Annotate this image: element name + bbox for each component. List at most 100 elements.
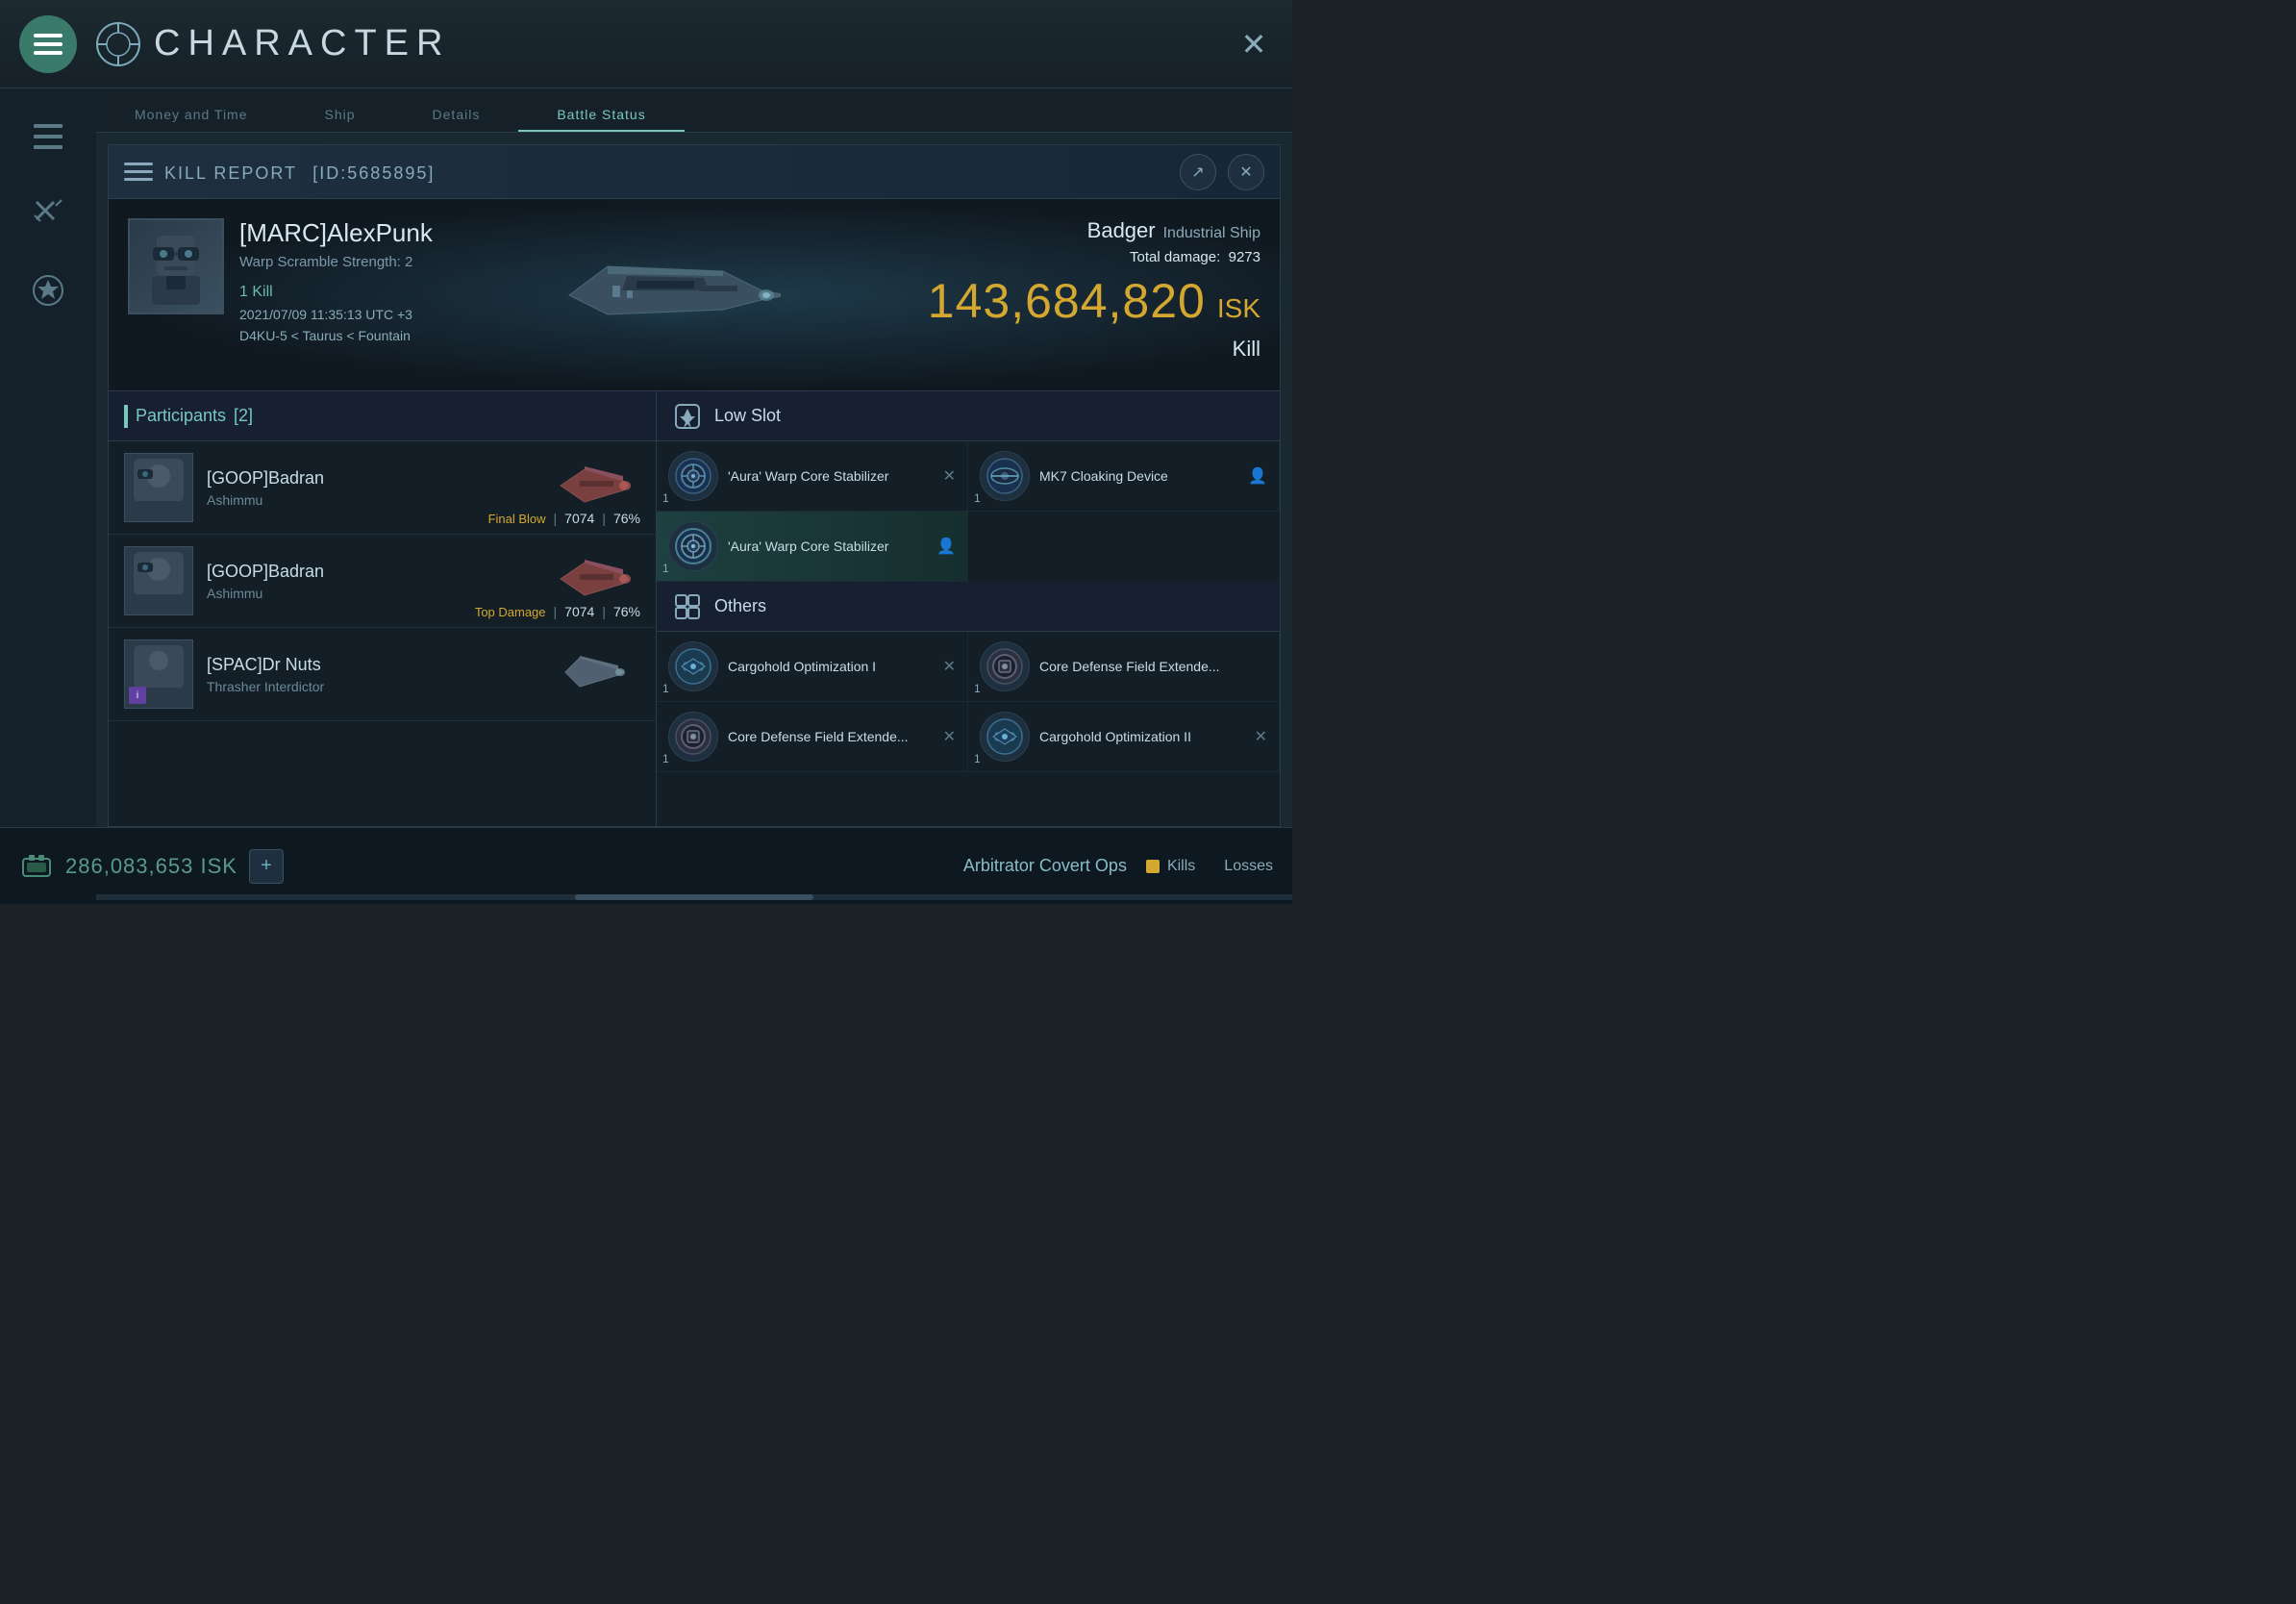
bottom-plus-button[interactable]: +	[249, 849, 284, 884]
kills-label[interactable]: Kills	[1146, 858, 1195, 875]
character-info: [MARC]AlexPunk Warp Scramble Strength: 2…	[239, 218, 433, 343]
slot-qty: 1	[662, 752, 669, 765]
slot-item[interactable]: 1	[657, 441, 968, 512]
top-damage-label: Top Damage	[475, 605, 546, 619]
participant-ship-icon-1	[556, 462, 633, 514]
scroll-thumb[interactable]	[575, 894, 814, 900]
low-slot-grid: 1	[657, 441, 1280, 582]
slot-item[interactable]: 1 Core Defense Field Extende... ✕	[657, 702, 968, 772]
slot-item[interactable]: 1 Core Defense Field Extende...	[968, 632, 1280, 702]
slot-qty: 1	[974, 491, 981, 505]
top-bar: CHARACTER ✕	[0, 0, 1292, 88]
kr-avatar-section: [MARC]AlexPunk Warp Scramble Strength: 2…	[109, 199, 452, 390]
others-item-x-4[interactable]: ✕	[1255, 727, 1267, 746]
tab-money-time[interactable]: Money and Time	[96, 99, 287, 132]
kill-report-info: [MARC]AlexPunk Warp Scramble Strength: 2…	[109, 199, 1280, 391]
others-item-name-3: Core Defense Field Extende...	[728, 729, 937, 744]
slot-item-x-1[interactable]: ✕	[943, 466, 956, 486]
ship-image-area	[518, 199, 811, 390]
slot-item[interactable]: 1 Cargohold Optimization II ✕	[968, 702, 1280, 772]
sidebar-item-star[interactable]	[19, 262, 77, 319]
sidebar-item-swords[interactable]	[19, 185, 77, 242]
bottom-icon	[19, 849, 54, 884]
others-item-icon-2	[980, 641, 1030, 691]
kills-dot	[1146, 860, 1160, 873]
others-item-name-4: Cargohold Optimization II	[1039, 729, 1249, 744]
slot-item-name-1: 'Aura' Warp Core Stabilizer	[728, 468, 937, 484]
tab-ship[interactable]: Ship	[287, 99, 394, 132]
participants-panel: Participants [2]	[109, 391, 657, 826]
slot-item[interactable]: 1	[657, 512, 968, 582]
kill-datetime: 2021/07/09 11:35:13 UTC +3	[239, 307, 433, 322]
kills-losses: Kills Losses	[1146, 858, 1273, 875]
kill-label: 1 Kill	[239, 284, 433, 301]
participants-count: [2]	[234, 406, 253, 426]
participant-info-1: [GOOP]Badran Ashimmu	[207, 468, 556, 508]
kr-menu-button[interactable]	[124, 158, 153, 187]
slot-item-icon-1	[668, 451, 718, 501]
participant-ship-icon-3	[556, 648, 633, 701]
scroll-track	[96, 894, 1292, 900]
participants-title: Participants	[136, 406, 226, 426]
main-content: KILL REPORT [ID:5685895] ↗ ✕	[96, 133, 1292, 827]
kr-export-button[interactable]: ↗	[1180, 154, 1216, 190]
others-item-icon-1	[668, 641, 718, 691]
low-slot-header: Low Slot	[657, 391, 1280, 441]
slot-item-person-3: 👤	[936, 537, 956, 556]
low-slot-icon	[672, 401, 703, 432]
participant-row[interactable]: [GOOP]Badran Ashimmu Top Damage |	[109, 535, 656, 628]
others-icon	[672, 591, 703, 622]
slot-item[interactable]: 1 Cargohold Optimization I ✕	[657, 632, 968, 702]
participant-damage-2: Top Damage | 7074 | 76%	[475, 604, 640, 619]
bottom-bar: 286,083,653 ISK + Arbitrator Covert Ops …	[0, 827, 1292, 904]
kill-location: D4KU-5 < Taurus < Fountain	[239, 328, 433, 343]
slot-item[interactable]: 1 MK7 Cloaking Device 👤	[968, 441, 1280, 512]
kill-report-header: KILL REPORT [ID:5685895] ↗ ✕	[109, 145, 1280, 199]
tab-battle-status[interactable]: Battle Status	[518, 99, 684, 132]
participant-corp-1: Ashimmu	[207, 492, 556, 508]
ship-class: Industrial Ship	[1163, 225, 1260, 242]
participant-row[interactable]: [GOOP]Badran Ashimmu Final Blow |	[109, 441, 656, 535]
character-avatar	[128, 218, 224, 314]
slot-item-name-2: MK7 Cloaking Device	[1039, 468, 1244, 484]
participants-header: Participants [2]	[109, 391, 656, 441]
participant-corp-2: Ashimmu	[207, 586, 556, 601]
slot-qty: 1	[974, 752, 981, 765]
sidebar	[0, 88, 96, 827]
others-item-name-1: Cargohold Optimization I	[728, 659, 937, 674]
slots-panel[interactable]: Low Slot 1	[657, 391, 1280, 826]
ship-silhouette	[531, 218, 800, 372]
slot-qty: 1	[662, 491, 669, 505]
menu-button[interactable]	[19, 15, 77, 73]
others-item-icon-4	[980, 712, 1030, 762]
slot-item-person-2: 👤	[1248, 466, 1267, 486]
low-slot-title: Low Slot	[714, 406, 781, 426]
participant-info-2: [GOOP]Badran Ashimmu	[207, 562, 556, 601]
character-stat: Warp Scramble Strength: 2	[239, 254, 433, 270]
kill-stats: Badger Industrial Ship Total damage: 927…	[928, 218, 1260, 362]
close-top-button[interactable]: ✕	[1235, 25, 1273, 63]
sidebar-item-menu[interactable]	[19, 108, 77, 165]
participant-pct-1: 76%	[613, 511, 640, 526]
slot-qty: 1	[974, 682, 981, 695]
bottom-left: 286,083,653 ISK +	[19, 849, 284, 884]
participant-corp-3: Thrasher Interdictor	[207, 679, 556, 694]
losses-label[interactable]: Losses	[1224, 858, 1273, 875]
final-blow-label: Final Blow	[488, 512, 546, 526]
participant-row[interactable]: i [SPAC]Dr Nuts Thrasher Interdictor	[109, 628, 656, 721]
kr-close-button[interactable]: ✕	[1228, 154, 1264, 190]
others-item-x-3[interactable]: ✕	[943, 727, 956, 746]
page-title: CHARACTER	[154, 23, 450, 64]
participant-avatar-3: i	[124, 639, 193, 709]
participant-pct-2: 76%	[613, 604, 640, 619]
others-header: Others	[657, 582, 1280, 632]
tab-details[interactable]: Details	[394, 99, 519, 132]
slot-item-icon-3	[668, 521, 718, 571]
others-title: Others	[714, 596, 766, 616]
title-icon	[94, 20, 142, 68]
others-item-x-1[interactable]: ✕	[943, 657, 956, 676]
kill-report-lower: Participants [2]	[109, 391, 1280, 826]
nav-tabs: Money and Time Ship Details Battle Statu…	[96, 88, 1292, 133]
others-item-name-2: Core Defense Field Extende...	[1039, 659, 1267, 674]
bottom-right: Arbitrator Covert Ops Kills Losses	[963, 856, 1273, 876]
